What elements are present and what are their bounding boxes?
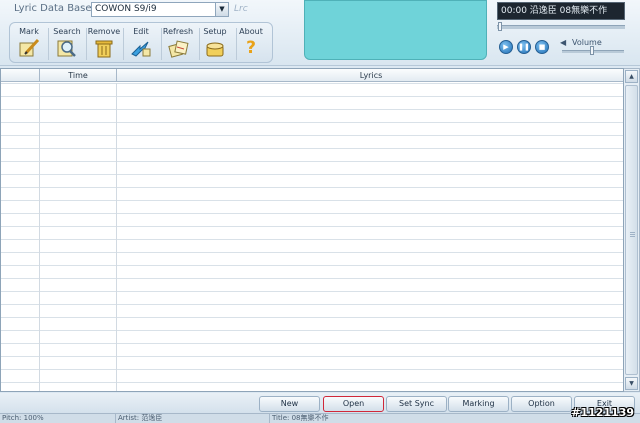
status-title: Title: 08無樂不作 xyxy=(272,414,329,422)
watermark: #1121139 xyxy=(571,406,634,419)
tool-label: Remove xyxy=(87,27,121,36)
device-select-value: COWON S9/i9 xyxy=(95,4,157,14)
edit-arrow-icon xyxy=(130,38,152,58)
tool-label: About xyxy=(239,27,263,36)
status-artist: Artist: 范逸臣 xyxy=(116,414,270,423)
column-header-time[interactable]: Time xyxy=(40,69,117,82)
lyrics-grid: Time Lyrics xyxy=(0,68,624,392)
refresh-documents-icon xyxy=(167,38,189,58)
vertical-scrollbar[interactable]: ▲ ▼ xyxy=(624,68,640,392)
tool-group: Mark Search Remove Edit Refresh Setup Ab… xyxy=(9,22,273,63)
open-button[interactable]: Open xyxy=(323,396,384,412)
progress-slider-handle[interactable] xyxy=(498,22,502,31)
app-logo: Lrc xyxy=(234,4,248,14)
device-select[interactable]: COWON S9/i9 ▼ xyxy=(91,2,229,17)
top-toolbar-area: Lyric Data Base COWON S9/i9 ▼ Lrc Mark S… xyxy=(0,0,640,66)
grid-header: Time Lyrics xyxy=(1,69,623,82)
speaker-icon: ◀ xyxy=(560,38,567,47)
magnifier-icon xyxy=(56,38,78,58)
scroll-down-icon[interactable]: ▼ xyxy=(625,377,638,390)
setup-box-icon xyxy=(204,38,226,58)
play-icon[interactable]: ▶ xyxy=(499,40,513,54)
player-panel: 00:00 沿逸臣 08無樂不作 ▶ ❚❚ ■ ◀ Volume xyxy=(490,0,640,64)
column-header-lyrics[interactable]: Lyrics xyxy=(117,69,623,82)
status-pitch: Pitch: 100% xyxy=(0,414,116,423)
tool-edit-button[interactable]: Edit xyxy=(124,23,158,64)
lyrics-display-panel xyxy=(304,0,487,60)
column-divider xyxy=(116,83,117,391)
tool-label: Edit xyxy=(133,27,149,36)
grid-body[interactable] xyxy=(1,83,623,391)
tool-separator xyxy=(48,28,49,60)
set-sync-button[interactable]: Set Sync xyxy=(386,396,447,412)
option-button[interactable]: Option xyxy=(511,396,572,412)
tool-label: Setup xyxy=(203,27,227,36)
pause-icon[interactable]: ❚❚ xyxy=(517,40,531,54)
tool-label: Search xyxy=(53,27,81,36)
volume-slider-handle[interactable] xyxy=(590,46,594,55)
tool-label: Refresh xyxy=(162,27,194,36)
tool-refresh-button[interactable]: Refresh xyxy=(161,23,195,64)
tool-label: Mark xyxy=(19,27,39,36)
stop-icon[interactable]: ■ xyxy=(535,40,549,54)
tool-remove-button[interactable]: Remove xyxy=(87,23,121,64)
tool-about-button[interactable]: About ? xyxy=(234,23,268,64)
now-playing-display: 00:00 沿逸臣 08無樂不作 xyxy=(497,2,625,20)
tool-mark-button[interactable]: Mark xyxy=(12,23,46,64)
status-bar: Pitch: 100% Artist: 范逸臣 Title: 08無樂不作 xyxy=(0,413,640,423)
tool-search-button[interactable]: Search xyxy=(50,23,84,64)
pencil-paper-icon xyxy=(18,38,40,58)
column-divider xyxy=(39,83,40,391)
scroll-up-icon[interactable]: ▲ xyxy=(625,70,638,83)
scrollbar-thumb[interactable] xyxy=(625,85,638,375)
column-header-index[interactable] xyxy=(1,69,40,82)
progress-track[interactable] xyxy=(497,25,625,29)
chevron-down-icon[interactable]: ▼ xyxy=(215,3,228,16)
tool-setup-button[interactable]: Setup xyxy=(198,23,232,64)
trash-icon xyxy=(93,38,115,58)
marking-button[interactable]: Marking xyxy=(448,396,509,412)
new-button[interactable]: New xyxy=(259,396,320,412)
volume-label: Volume xyxy=(572,38,602,47)
grip-icon xyxy=(630,232,635,238)
question-icon: ? xyxy=(246,38,256,58)
bottom-button-bar: New Open Set Sync Marking Option Exit xyxy=(0,393,640,413)
database-label: Lyric Data Base xyxy=(14,3,92,14)
